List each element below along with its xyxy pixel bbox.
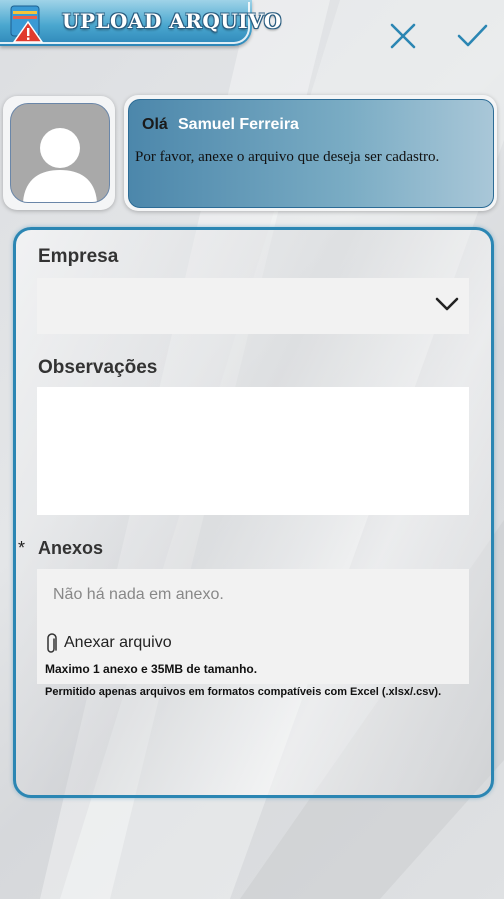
attachment-limit-text: Maximo 1 anexo e 35MB de tamanho. <box>45 662 258 676</box>
allowed-formats-text: Permitido apenas arquivos em formatos co… <box>45 686 442 698</box>
notes-label: Observações <box>38 357 158 378</box>
greeting-hello: Olá <box>142 116 168 133</box>
attachments-box: Não há nada em anexo. Anexar arquivo Max… <box>37 569 469 684</box>
company-label: Empresa <box>38 246 119 267</box>
greeting-bubble: Olá Samuel Ferreira Por favor, anexe o a… <box>128 99 494 208</box>
notes-field[interactable] <box>37 387 469 515</box>
attachments-empty-message: Não há nada em anexo. <box>53 586 224 603</box>
chevron-down-icon <box>435 297 459 311</box>
close-icon[interactable] <box>387 20 419 52</box>
greeting-card: Olá Samuel Ferreira Por favor, anexe o a… <box>124 95 497 211</box>
check-icon[interactable] <box>456 20 488 52</box>
user-name: Samuel Ferreira <box>178 116 299 133</box>
user-avatar-icon <box>23 128 97 202</box>
folder-warning-icon <box>10 5 44 43</box>
paperclip-icon <box>47 633 57 653</box>
page-title: UPLOAD ARQUIVO <box>62 9 282 33</box>
attach-file-label: Anexar arquivo <box>64 634 172 651</box>
attachments-label: Anexos <box>38 538 104 558</box>
company-select[interactable] <box>37 278 469 334</box>
greeting-message: Por favor, anexe o arquivo que deseja se… <box>135 149 440 165</box>
avatar <box>10 103 110 203</box>
required-marker: * <box>18 538 26 558</box>
avatar-frame <box>3 96 115 210</box>
